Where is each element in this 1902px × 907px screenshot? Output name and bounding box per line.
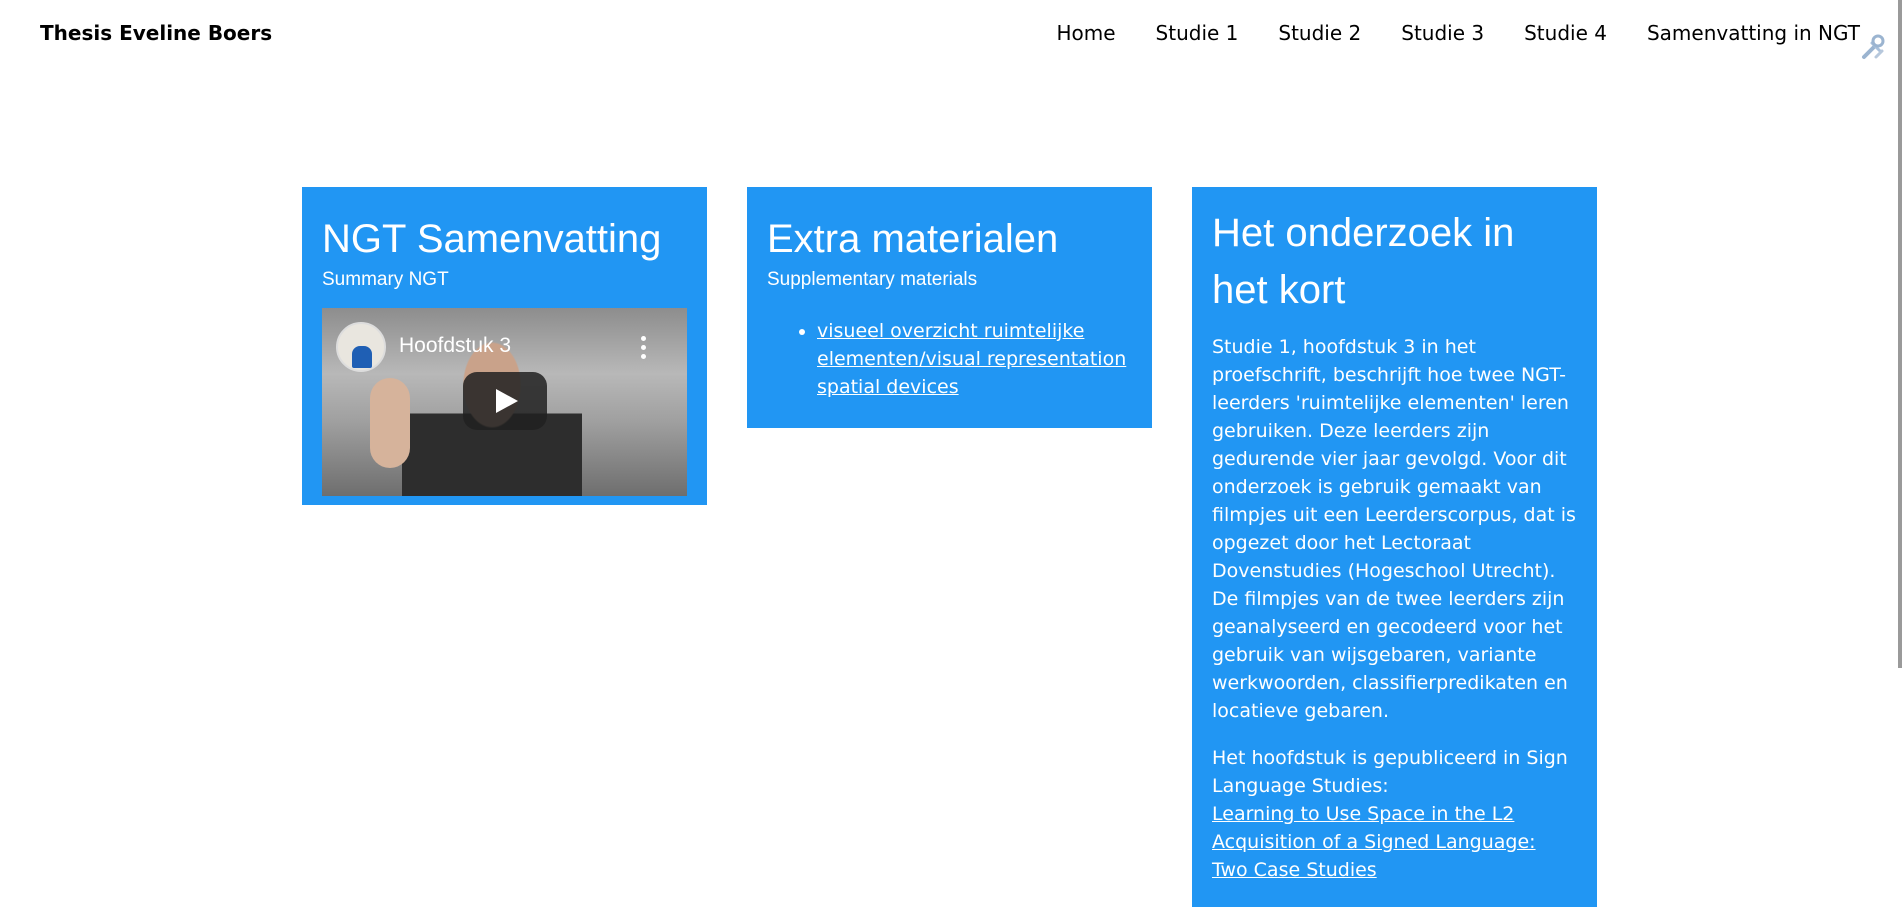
visual-representation-link[interactable]: visueel overzicht ruimtelijke elementen/… bbox=[817, 320, 1126, 398]
nav-home[interactable]: Home bbox=[1056, 21, 1115, 45]
publication-link[interactable]: Learning to Use Space in the L2 Acquisit… bbox=[1212, 803, 1536, 881]
card-title: Het onderzoek in het kort bbox=[1212, 211, 1515, 312]
video-player[interactable]: Hoofdstuk 3 bbox=[322, 308, 687, 496]
top-bar: Thesis Eveline Boers Home Studie 1 Studi… bbox=[0, 0, 1902, 68]
channel-avatar[interactable] bbox=[336, 322, 386, 372]
publication-intro: Het hoofdstuk is gepubliceerd in Sign La… bbox=[1212, 747, 1568, 797]
play-icon[interactable] bbox=[463, 372, 547, 430]
nav-studie-3[interactable]: Studie 3 bbox=[1401, 21, 1484, 45]
main-nav: Home Studie 1 Studie 2 Studie 3 Studie 4… bbox=[1056, 21, 1860, 45]
card-subtitle: Supplementary materials bbox=[767, 269, 978, 290]
study-description: Studie 1, hoofdstuk 3 in het proefschrif… bbox=[1212, 336, 1576, 722]
nav-studie-2[interactable]: Studie 2 bbox=[1278, 21, 1361, 45]
nav-samenvatting-ngt[interactable]: Samenvatting in NGT bbox=[1647, 21, 1860, 45]
card-title: NGT Samenvatting bbox=[322, 217, 662, 261]
nav-studie-4[interactable]: Studie 4 bbox=[1524, 21, 1607, 45]
scrollbar[interactable] bbox=[1898, 0, 1902, 668]
card-extra-materialen: Extra materialen Supplementary materials… bbox=[747, 187, 1152, 428]
materials-list: visueel overzicht ruimtelijke elementen/… bbox=[767, 317, 1132, 401]
nav-studie-1[interactable]: Studie 1 bbox=[1156, 21, 1239, 45]
list-item: visueel overzicht ruimtelijke elementen/… bbox=[817, 317, 1132, 401]
video-thumbnail-hand bbox=[370, 378, 410, 468]
site-title[interactable]: Thesis Eveline Boers bbox=[40, 21, 272, 45]
tools-icon[interactable] bbox=[1858, 33, 1888, 63]
card-onderzoek: Het onderzoek in het kort Studie 1, hoof… bbox=[1192, 187, 1597, 907]
card-body: Studie 1, hoofdstuk 3 in het proefschrif… bbox=[1212, 333, 1577, 884]
video-title[interactable]: Hoofdstuk 3 bbox=[399, 334, 511, 358]
publication-info: Het hoofdstuk is gepubliceerd in Sign La… bbox=[1212, 744, 1577, 884]
more-vert-icon[interactable] bbox=[641, 336, 647, 363]
card-ngt-samenvatting: NGT Samenvatting Summary NGT Hoofdstuk 3 bbox=[302, 187, 707, 505]
card-title: Extra materialen bbox=[767, 217, 1059, 261]
card-subtitle: Summary NGT bbox=[322, 269, 449, 290]
